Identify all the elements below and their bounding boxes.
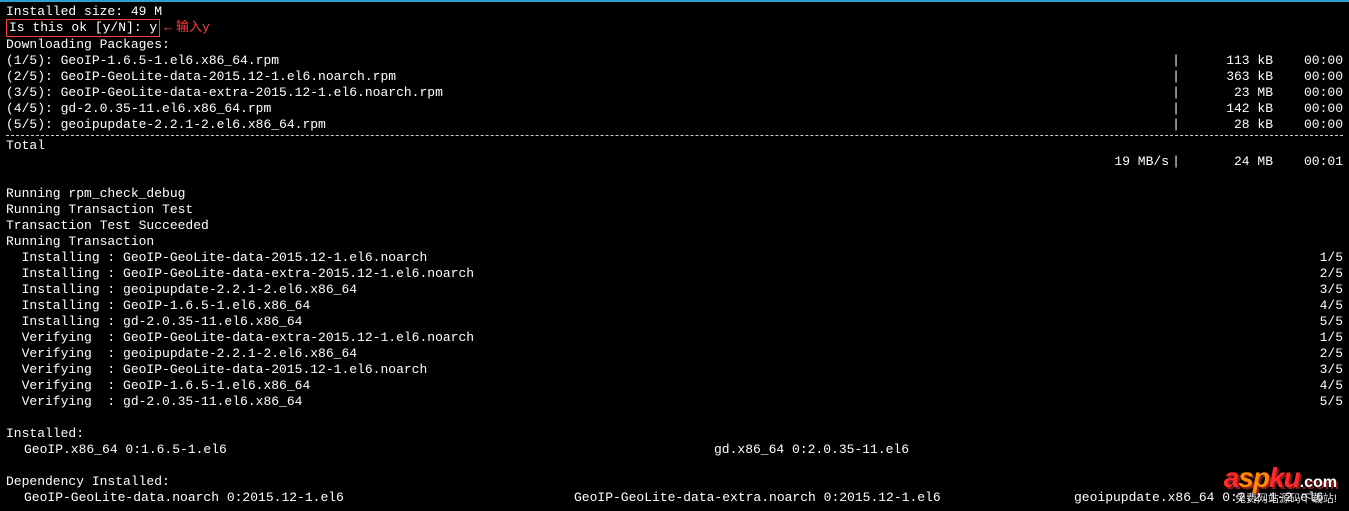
downloading-header: Downloading Packages: [6,37,170,53]
transaction-step: Verifying : GeoIP-GeoLite-data-extra-201… [6,330,1343,346]
logo-part-com: .com [1300,474,1337,491]
separator-bar-icon: | [1169,69,1183,85]
separator-bar-icon: | [1169,101,1183,117]
dep-installed-row: GeoIP-GeoLite-data.noarch 0:2015.12-1.el… [6,490,1343,506]
progress-line: Transaction Test Succeeded [6,218,1343,234]
separator-bar-icon: | [1169,53,1183,69]
transaction-step: Installing : gd-2.0.35-11.el6.x86_64 5/5 [6,314,1343,330]
installed-pkg-2: gd.x86_64 0:2.0.35-11.el6 [714,442,909,458]
download-label: (1/5): GeoIP-1.6.5-1.el6.x86_64.rpm [6,53,279,69]
dep-pkg-1: GeoIP-GeoLite-data.noarch 0:2015.12-1.el… [6,490,574,506]
step-text: Installing : GeoIP-GeoLite-data-2015.12-… [6,250,427,266]
step-text: Installing : gd-2.0.35-11.el6.x86_64 [6,314,302,330]
download-time: 00:00 [1273,85,1343,101]
transaction-step: Verifying : gd-2.0.35-11.el6.x86_64 5/5 [6,394,1343,410]
download-label: (4/5): gd-2.0.35-11.el6.x86_64.rpm [6,101,271,117]
confirm-prompt-line: Is this ok [y/N]: y ← 输入y [6,20,1343,37]
logo-part-sp: sp [1238,462,1269,493]
step-text: Installing : GeoIP-1.6.5-1.el6.x86_64 [6,298,310,314]
step-fraction: 2/5 [1320,346,1343,362]
annotation-text: 输入y [172,20,210,37]
separator-dash [6,135,1343,136]
download-row: (5/5): geoipupdate-2.2.1-2.el6.x86_64.rp… [6,117,1343,133]
download-size: 28 kB [1183,117,1273,133]
total-time: 00:01 [1273,154,1343,170]
dep-installed-title: Dependency Installed: [6,474,170,490]
download-size: 23 MB [1183,85,1273,101]
step-fraction: 5/5 [1320,394,1343,410]
transaction-step: Installing : GeoIP-1.6.5-1.el6.x86_64 4/5 [6,298,1343,314]
download-label: (5/5): geoipupdate-2.2.1-2.el6.x86_64.rp… [6,117,326,133]
download-list: (1/5): GeoIP-1.6.5-1.el6.x86_64.rpm|113 … [6,53,1343,133]
step-text: Verifying : geoipupdate-2.2.1-2.el6.x86_… [6,346,357,362]
download-row: (3/5): GeoIP-GeoLite-data-extra-2015.12-… [6,85,1343,101]
logo-part-ku: ku [1269,462,1300,493]
progress-line: Running Transaction [6,234,1343,250]
step-text: Verifying : GeoIP-GeoLite-data-2015.12-1… [6,362,427,378]
download-time: 00:00 [1273,69,1343,85]
step-fraction: 1/5 [1320,250,1343,266]
transaction-step: Verifying : geoipupdate-2.2.1-2.el6.x86_… [6,346,1343,362]
download-row: (2/5): GeoIP-GeoLite-data-2015.12-1.el6.… [6,69,1343,85]
transaction-step: Verifying : GeoIP-GeoLite-data-2015.12-1… [6,362,1343,378]
dep-pkg-2: GeoIP-GeoLite-data-extra.noarch 0:2015.1… [574,490,1074,506]
step-fraction: 4/5 [1320,378,1343,394]
transaction-steps: Installing : GeoIP-GeoLite-data-2015.12-… [6,250,1343,410]
total-line: Total 19 MB/s|24 MB00:01 [6,138,1343,186]
step-fraction: 5/5 [1320,314,1343,330]
step-text: Verifying : GeoIP-1.6.5-1.el6.x86_64 [6,378,310,394]
download-label: (3/5): GeoIP-GeoLite-data-extra-2015.12-… [6,85,443,101]
transaction-step: Installing : GeoIP-GeoLite-data-2015.12-… [6,250,1343,266]
watermark-logo: aspku.com 免费网站源码下载站! [1224,464,1337,505]
transaction-step: Installing : GeoIP-GeoLite-data-extra-20… [6,266,1343,282]
download-size: 113 kB [1183,53,1273,69]
transaction-step: Verifying : GeoIP-1.6.5-1.el6.x86_64 4/5 [6,378,1343,394]
logo-part-a: a [1224,462,1239,493]
total-label: Total [6,138,45,186]
step-fraction: 2/5 [1320,266,1343,282]
installed-pkg-1: GeoIP.x86_64 0:1.6.5-1.el6 [6,442,714,458]
step-fraction: 1/5 [1320,330,1343,346]
step-text: Installing : GeoIP-GeoLite-data-extra-20… [6,266,474,282]
step-fraction: 3/5 [1320,282,1343,298]
total-size: 24 MB [1183,154,1273,170]
progress-line: Running Transaction Test [6,202,1343,218]
transaction-step: Installing : geoipupdate-2.2.1-2.el6.x86… [6,282,1343,298]
download-row: (4/5): gd-2.0.35-11.el6.x86_64.rpm |142 k… [6,101,1343,117]
separator-bar-icon: | [1169,117,1183,133]
installed-row: GeoIP.x86_64 0:1.6.5-1.el6 gd.x86_64 0:2… [6,442,1343,458]
confirm-prompt-box: Is this ok [y/N]: y [6,19,160,37]
step-text: Installing : geoipupdate-2.2.1-2.el6.x86… [6,282,357,298]
confirm-prompt: Is this ok [y/N]: y [9,20,157,35]
separator-bar-icon: | [1169,154,1183,170]
total-speed: 19 MB/s [1114,154,1169,169]
step-fraction: 4/5 [1320,298,1343,314]
download-size: 142 kB [1183,101,1273,117]
logo-tagline: 免费网站源码下载站! [1224,494,1337,505]
annotation-arrow-icon: ← [160,20,172,37]
step-text: Verifying : gd-2.0.35-11.el6.x86_64 [6,394,302,410]
terminal-output[interactable]: Installed size: 49 M Is this ok [y/N]: y… [0,2,1349,511]
progress-line: Running rpm_check_debug [6,186,1343,202]
download-label: (2/5): GeoIP-GeoLite-data-2015.12-1.el6.… [6,69,396,85]
separator-bar-icon: | [1169,85,1183,101]
download-size: 363 kB [1183,69,1273,85]
step-fraction: 3/5 [1320,362,1343,378]
installed-size: Installed size: 49 M [6,4,162,20]
progress-lines: Running rpm_check_debugRunning Transacti… [6,186,1343,250]
download-time: 00:00 [1273,117,1343,133]
installed-title: Installed: [6,426,84,442]
download-time: 00:00 [1273,53,1343,69]
download-time: 00:00 [1273,101,1343,117]
step-text: Verifying : GeoIP-GeoLite-data-extra-201… [6,330,474,346]
download-row: (1/5): GeoIP-1.6.5-1.el6.x86_64.rpm |113 … [6,53,1343,69]
